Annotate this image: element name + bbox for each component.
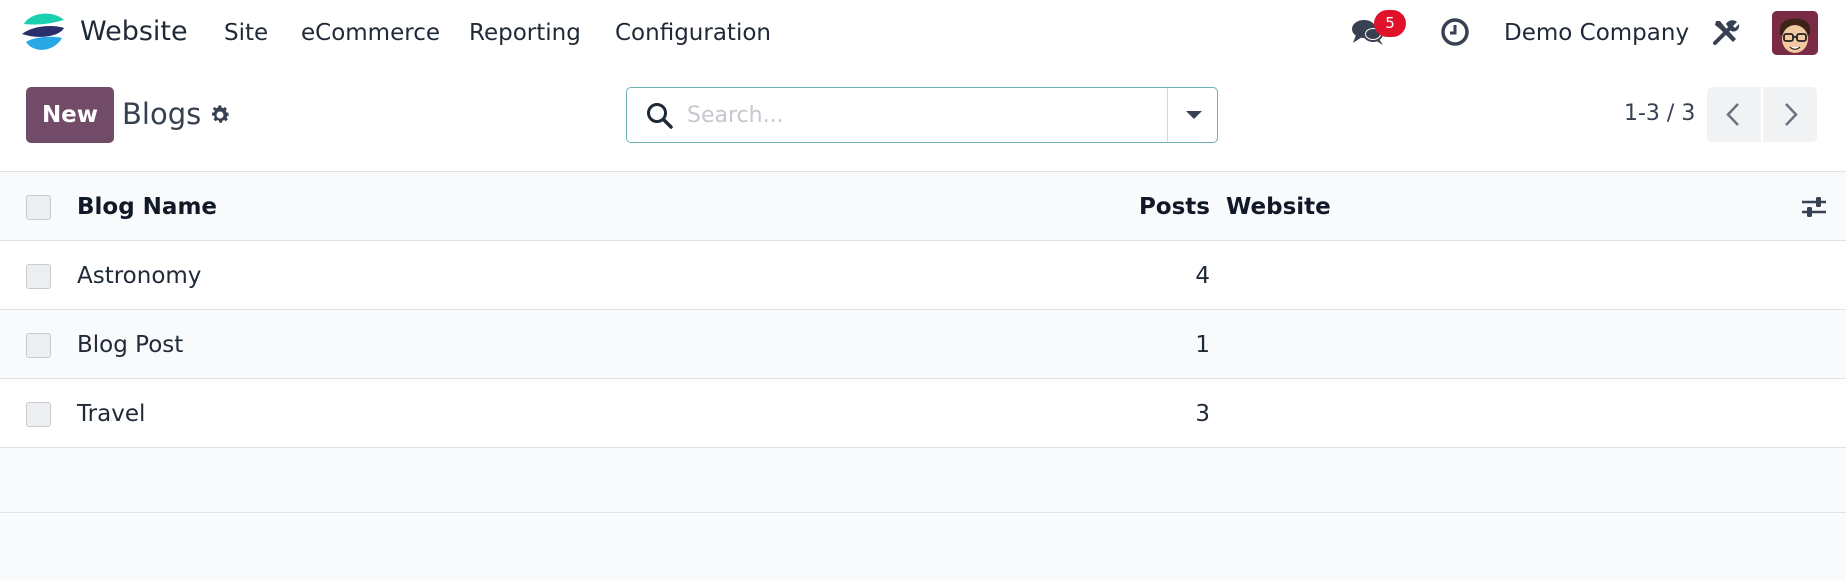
pager-value[interactable]: 1-3 / 3	[1624, 99, 1695, 129]
posts-count-cell: 3	[1195, 401, 1210, 427]
clock-icon[interactable]	[1440, 17, 1470, 47]
table-row[interactable]: Travel 3	[0, 379, 1846, 448]
gear-icon[interactable]	[208, 103, 232, 127]
menu-reporting[interactable]: Reporting	[469, 19, 581, 47]
search-bar	[626, 87, 1218, 143]
row-checkbox[interactable]	[26, 402, 51, 427]
column-header-posts[interactable]: Posts	[1000, 192, 1210, 222]
user-avatar[interactable]	[1772, 11, 1818, 55]
caret-down-icon	[1186, 111, 1202, 119]
optional-columns-icon[interactable]	[1800, 194, 1828, 220]
list-footer-area	[0, 514, 1846, 580]
company-switcher[interactable]: Demo Company	[1504, 19, 1689, 47]
row-checkbox[interactable]	[26, 333, 51, 358]
menu-site[interactable]: Site	[224, 19, 268, 47]
tools-icon[interactable]	[1712, 18, 1740, 46]
select-all-checkbox[interactable]	[26, 195, 51, 220]
empty-list-row	[0, 448, 1846, 513]
blog-list: Blog Name Posts Website Astronomy 4 Blog…	[0, 171, 1846, 513]
menu-ecommerce[interactable]: eCommerce	[301, 19, 440, 47]
pager-previous-button[interactable]	[1707, 87, 1761, 142]
list-header: Blog Name Posts Website	[0, 171, 1846, 241]
chevron-left-icon	[1726, 103, 1739, 126]
search-input[interactable]	[687, 98, 1187, 132]
column-header-blog-name[interactable]: Blog Name	[77, 192, 217, 222]
new-button[interactable]: New	[26, 87, 114, 143]
blog-name-cell: Astronomy	[77, 263, 202, 289]
blog-name-cell: Travel	[77, 401, 146, 427]
avatar-face-icon	[1772, 11, 1818, 55]
column-header-website[interactable]: Website	[1226, 192, 1331, 222]
row-checkbox[interactable]	[26, 264, 51, 289]
search-options-toggle[interactable]	[1167, 88, 1218, 142]
posts-count-cell: 1	[1195, 332, 1210, 358]
table-row[interactable]: Blog Post 1	[0, 310, 1846, 379]
chevron-right-icon	[1785, 103, 1798, 126]
blog-name-cell: Blog Post	[77, 332, 184, 358]
page-title: Blogs	[122, 97, 202, 131]
table-row[interactable]: Astronomy 4	[0, 241, 1846, 310]
website-app-logo-icon[interactable]	[20, 10, 66, 56]
menu-configuration[interactable]: Configuration	[615, 19, 771, 47]
search-icon	[647, 103, 673, 129]
messages-count-badge: 5	[1374, 10, 1406, 37]
top-navbar: Website Site eCommerce Reporting Configu…	[0, 0, 1846, 64]
pager-next-button[interactable]	[1763, 87, 1817, 142]
posts-count-cell: 4	[1195, 263, 1210, 289]
app-name[interactable]: Website	[80, 15, 188, 49]
